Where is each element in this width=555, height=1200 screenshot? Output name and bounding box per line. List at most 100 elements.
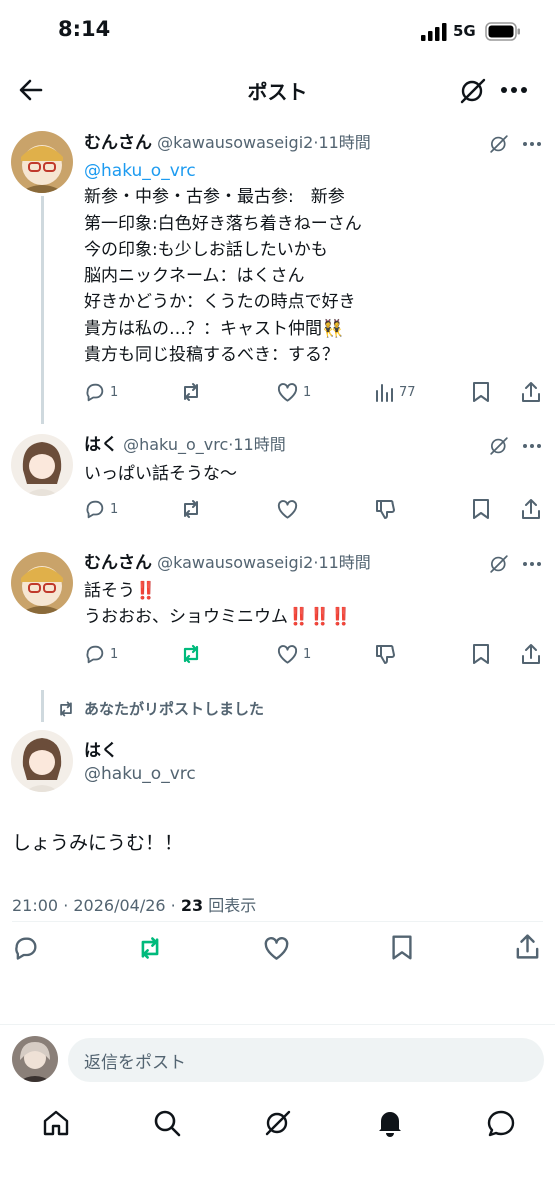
tweet-header: むんさん @kawausowaseigi2·11時間 [84,133,371,153]
post-meta: 21:00 · 2026/04/26 · 23 回表示 [12,892,256,916]
signal-icon [421,23,447,41]
reply-button[interactable]: 1 [84,381,118,403]
repost-button[interactable] [179,381,203,403]
repost-icon [184,383,198,401]
reply-icon [86,500,104,519]
views-icon [376,384,393,402]
tweet-line: 新参・中参・古参・最古参: 新参 [84,187,345,208]
grok-icon[interactable] [459,77,487,105]
reply-count: 1 [110,501,119,517]
like-count: 1 [303,646,312,662]
more-icon[interactable] [500,86,528,94]
author-handle[interactable]: @kawausowaseigi2 [157,553,313,572]
share-icon[interactable] [520,497,542,521]
share-icon[interactable] [520,380,542,404]
tweet-line: 貴方も同じ投稿するべき：する？ [84,345,339,366]
views-button[interactable]: 77 [375,381,416,403]
reply-count: 1 [110,384,119,400]
divider [12,921,543,922]
post-text: しょうみにうむ！！ [12,832,184,854]
repost-notice: あなたがリポストしました [84,700,265,718]
like-button[interactable]: 1 [276,381,311,403]
like-icon [277,645,298,664]
post-timestamp: 21:00 · 2026/04/26 · [12,896,181,915]
bookmark-icon[interactable] [390,934,414,961]
like-button[interactable]: 1 [276,643,311,665]
author-name[interactable]: はく [84,435,118,455]
bookmark-icon[interactable] [471,498,491,520]
tweet-line: 話そう‼️ [84,581,157,601]
view-label: 回表示 [208,896,257,915]
tweet-line: うおおお、ショウミニウム‼️‼️‼️ [84,607,352,628]
reply-button[interactable]: 1 [84,498,118,520]
tweet-body: @haku_o_vrc 新参・中参・古参・最古参: 新参 第一印象:白色好き落ち… [84,158,362,368]
reply-count: 1 [110,646,119,662]
author-name[interactable]: むんさん [84,133,152,153]
repost-icon [56,700,76,718]
repost-icon [183,644,199,664]
author-name[interactable]: はく [84,736,118,761]
author-handle[interactable]: @kawausowaseigi2 [157,133,313,152]
bookmark-icon[interactable] [471,381,491,403]
view-count: 23 [180,896,204,915]
avatar[interactable] [11,434,73,496]
tweet-header: むんさん @kawausowaseigi2·11時間 [84,553,371,573]
bell-icon[interactable] [376,1108,404,1138]
grok-icon[interactable] [489,436,509,456]
thread-line [41,690,44,722]
more-icon[interactable] [522,141,542,147]
mention-link[interactable]: @haku_o_vrc [84,158,362,184]
repost-icon[interactable] [135,935,165,961]
reply-button[interactable]: 1 [84,643,118,665]
tweet-line: いっぱい話そうな〜 [84,464,237,484]
grok-icon[interactable] [489,554,509,574]
view-count: 77 [399,384,416,400]
reply-icon[interactable] [12,934,40,962]
repost-button[interactable] [179,643,203,665]
tweet-time: 11時間 [318,553,371,572]
battery-icon [485,22,521,41]
tweet-time: 11時間 [318,133,371,152]
repost-button[interactable] [179,498,203,520]
home-icon[interactable] [42,1109,70,1137]
tweet-line: 脳内ニックネーム：はくさん [84,266,305,287]
avatar[interactable] [11,730,73,792]
avatar[interactable] [11,552,73,614]
grok-icon[interactable] [489,134,509,154]
share-icon[interactable] [514,932,541,961]
reply-placeholder: 返信をポスト [84,1053,186,1073]
repost-icon [184,500,198,518]
more-icon[interactable] [522,561,542,567]
divider [0,1024,555,1025]
dislike-icon[interactable] [374,643,396,665]
status-time: 8:14 [58,17,111,41]
author-handle[interactable]: @haku_o_vrc [84,764,196,784]
share-icon[interactable] [520,642,542,666]
tweet-line: 好きかどうか：くうたの時点で好き [84,292,356,313]
tweet-time: 11時間 [233,435,286,454]
author-handle[interactable]: @haku_o_vrc [123,435,228,454]
more-icon[interactable] [522,443,542,449]
tweet-line: 貴方は私の…？：キャスト仲間👯 [84,318,344,339]
reply-icon [86,645,104,664]
tweet-header: はく @haku_o_vrc·11時間 [84,435,286,455]
avatar[interactable] [12,1036,58,1082]
like-icon [277,500,298,519]
bookmark-icon[interactable] [471,643,491,665]
like-icon [277,383,298,402]
avatar[interactable] [11,131,73,193]
reply-icon [86,383,104,402]
author-name[interactable]: むんさん [84,553,152,573]
messages-icon[interactable] [486,1109,516,1138]
tweet-body: 話そう‼️ うおおお、ショウミニウム‼️‼️‼️ [84,578,352,631]
grok-icon[interactable] [264,1109,292,1137]
like-count: 1 [303,384,312,400]
thread-line [41,196,44,424]
tweet-line: 今の印象:も少しお話したいかも [84,239,328,260]
dislike-icon[interactable] [374,498,396,520]
network-label: 5G [453,22,476,40]
like-button[interactable] [276,498,299,520]
tweet-line: 第一印象:白色好き落ち着きねーさん [84,213,362,234]
search-icon[interactable] [153,1109,181,1137]
like-icon[interactable] [262,935,291,961]
